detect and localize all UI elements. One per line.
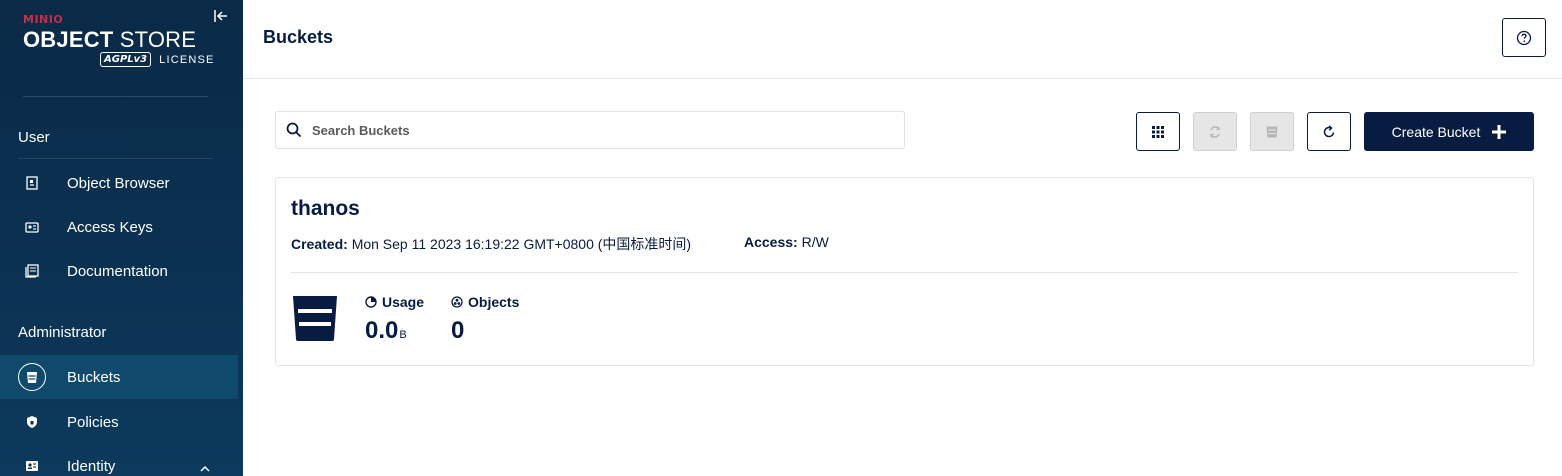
sidebar-item-label: Identity <box>67 457 116 475</box>
objects-stat: Objects 0 <box>451 294 519 345</box>
search-icon <box>286 122 302 138</box>
created-value: Mon Sep 11 2023 16:19:22 GMT+0800 (中国标准时… <box>351 236 692 252</box>
usage-number: 0.0 <box>365 317 399 344</box>
logo-product-bold: OBJECT <box>23 27 114 52</box>
logo-product-text: OBJECT STORE <box>23 27 215 53</box>
sidebar: MINIO OBJECT STORE AGPLv3 LICENSE User O… <box>0 0 243 476</box>
sidebar-item-access-keys[interactable]: Access Keys <box>0 205 238 249</box>
grid-view-icon <box>1152 125 1164 138</box>
identity-icon <box>18 452 46 476</box>
sidebar-item-object-browser[interactable]: Object Browser <box>0 161 238 205</box>
usage-label-text: Usage <box>382 294 425 310</box>
bucket-access: Access: R/W <box>744 234 829 250</box>
create-bucket-label: Create Bucket <box>1391 123 1481 140</box>
access-label: Access: <box>744 234 798 250</box>
policies-icon <box>18 408 46 436</box>
search-bar <box>275 111 905 149</box>
usage-value: 0.0B <box>365 317 424 345</box>
page-title: Buckets <box>263 27 334 47</box>
section-title-administrator: Administrator <box>18 324 107 341</box>
logo-minio-text: MINIO <box>23 13 64 26</box>
refresh-icon <box>1323 124 1335 137</box>
refresh-button[interactable] <box>1307 112 1351 151</box>
bucket-card[interactable]: thanos Created: Mon Sep 11 2023 16:19:22… <box>275 177 1534 366</box>
bucket-created: Created: Mon Sep 11 2023 16:19:22 GMT+08… <box>291 234 691 254</box>
objects-value: 0 <box>451 317 465 344</box>
replication-icon <box>1209 125 1221 138</box>
set-replication-button[interactable] <box>1193 112 1237 151</box>
sidebar-item-label: Documentation <box>67 262 168 280</box>
agpl-badge: AGPLv3 <box>100 52 152 67</box>
sidebar-item-policies[interactable]: Policies <box>0 400 238 444</box>
access-value: R/W <box>801 234 829 250</box>
sidebar-item-documentation[interactable]: Documentation <box>0 249 238 293</box>
chevron-up-icon[interactable] <box>200 460 210 476</box>
set-lifecycle-button[interactable] <box>1250 112 1294 151</box>
license-label: LICENSE <box>159 53 215 66</box>
sidebar-item-label: Access Keys <box>67 218 153 236</box>
plus-icon <box>1492 124 1507 139</box>
page-header: Buckets <box>243 0 1562 79</box>
objects-label-text: Objects <box>468 294 520 310</box>
sidebar-item-label: Buckets <box>67 368 121 386</box>
sidebar-item-label: Policies <box>67 413 119 431</box>
sidebar-item-identity[interactable]: Identity <box>0 444 238 476</box>
bucket-name[interactable]: thanos <box>291 197 360 221</box>
lifecycle-icon <box>1266 126 1278 137</box>
minio-logo: MINIO OBJECT STORE AGPLv3 LICENSE <box>23 14 215 67</box>
documentation-icon <box>18 257 46 285</box>
sidebar-item-buckets[interactable]: Buckets <box>0 355 238 399</box>
collapse-sidebar-icon[interactable] <box>213 8 229 24</box>
section-divider <box>18 158 213 159</box>
object-browser-icon <box>18 169 46 197</box>
logo-license-row: AGPLv3 LICENSE <box>100 52 215 67</box>
access-keys-icon <box>18 213 46 241</box>
usage-label: Usage <box>365 294 424 310</box>
help-icon <box>1516 30 1532 45</box>
usage-unit: B <box>399 329 407 341</box>
sidebar-item-label: Object Browser <box>67 174 170 192</box>
bucket-icon <box>18 363 46 391</box>
card-divider <box>291 272 1518 273</box>
pie-chart-icon <box>365 296 377 308</box>
grid-view-button[interactable] <box>1136 112 1180 151</box>
help-button[interactable] <box>1502 18 1546 57</box>
created-label: Created: <box>291 236 348 252</box>
logo-divider <box>23 96 208 97</box>
objects-icon <box>451 296 463 308</box>
bucket-icon <box>293 296 337 341</box>
create-bucket-button[interactable]: Create Bucket <box>1364 112 1534 151</box>
section-title-user: User <box>18 129 50 146</box>
objects-label: Objects <box>451 294 519 310</box>
logo-product-rest: STORE <box>119 27 197 52</box>
usage-stat: Usage 0.0B <box>365 294 424 345</box>
search-input[interactable] <box>312 122 872 138</box>
